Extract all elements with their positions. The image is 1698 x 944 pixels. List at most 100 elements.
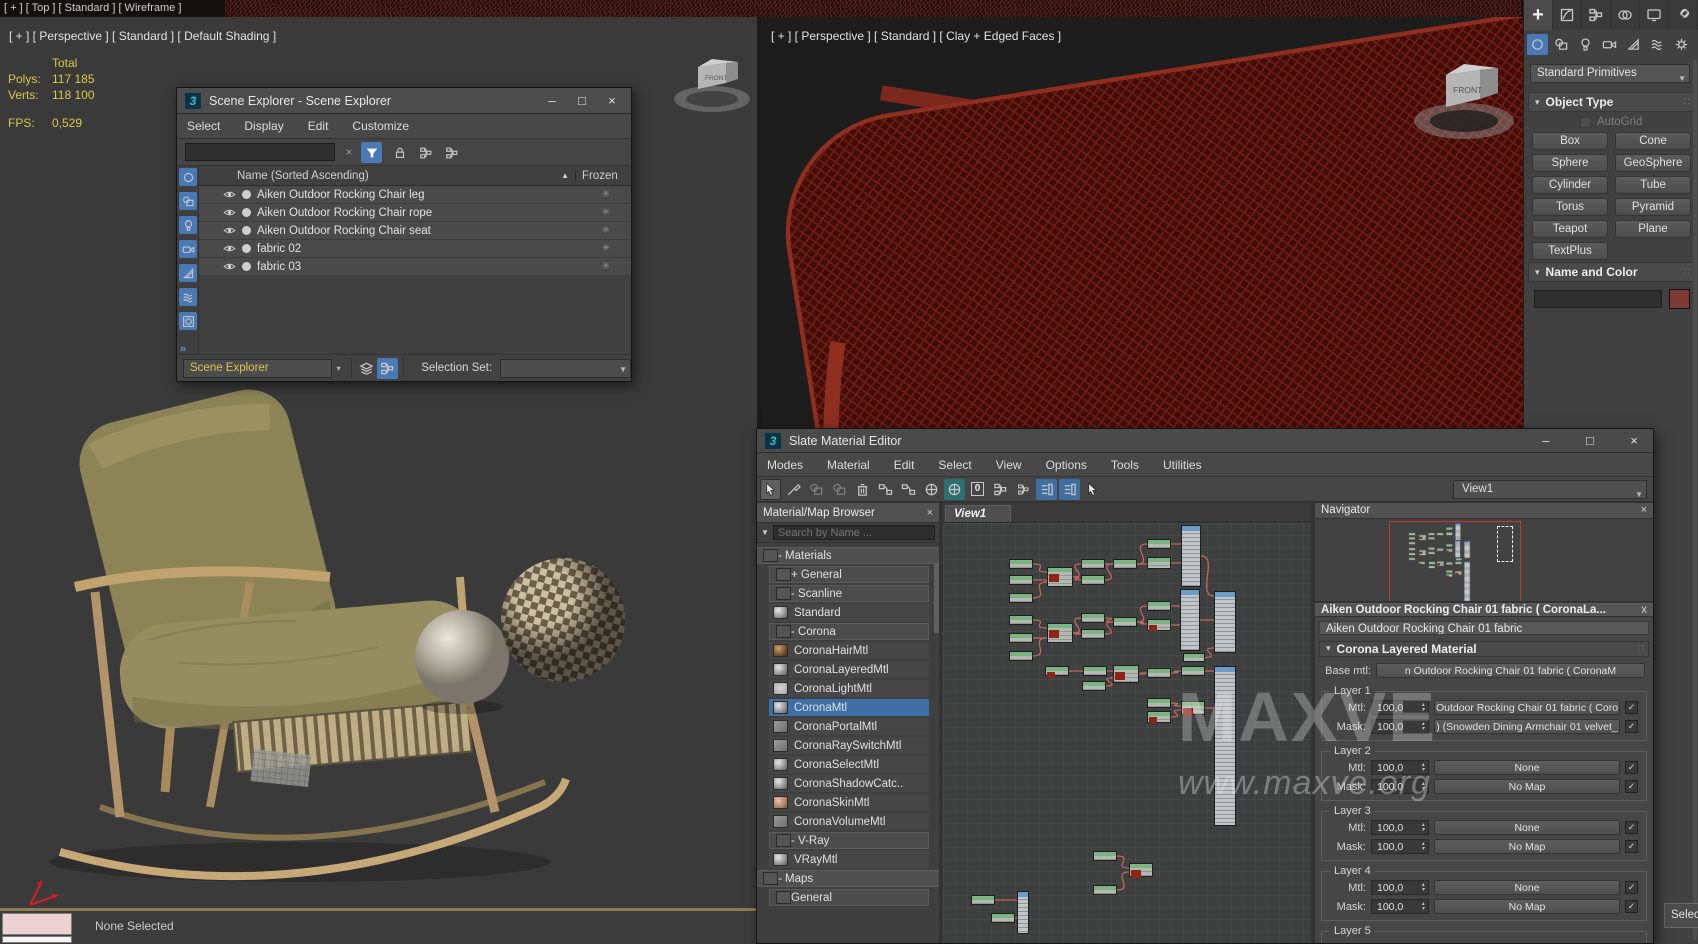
put-to-library-icon[interactable] [806,479,827,500]
material-node[interactable] [1009,559,1033,569]
mtl-enable-checkbox[interactable]: ✓ [1625,821,1638,834]
show-controller-icon[interactable]: 0 [967,479,988,500]
scene-explorer-window[interactable]: 3 Scene Explorer - Scene Explorer – □ × … [176,87,632,382]
render-dot-icon[interactable] [242,190,251,199]
search-input[interactable] [185,143,335,161]
dropdown-arrow-icon[interactable]: ▾ [332,364,346,373]
mtl-amount-spinner[interactable]: 100,0▴▾ [1371,880,1429,895]
browser-tree-row[interactable]: CoronaHairMtl [769,642,929,659]
browser-tree-row[interactable]: + General [769,566,929,583]
material-node[interactable] [1181,666,1205,676]
object-row[interactable]: fabric 03 ✳ [199,258,631,276]
material-node[interactable] [1082,681,1106,691]
material-node[interactable] [1147,668,1171,678]
mtl-slot-button[interactable]: None [1434,820,1620,835]
material-node[interactable] [991,913,1015,923]
mask-enable-checkbox[interactable]: ✓ [1625,840,1638,853]
material-node[interactable] [1093,885,1117,895]
category-geometry-icon[interactable] [1527,34,1548,55]
column-headers[interactable]: Name (Sorted Ascending) ▲ Frozen [199,166,631,186]
browser-tree-row[interactable]: Standard [769,604,929,621]
browser-tree-row[interactable]: CoronaVolumeMtl [769,813,929,830]
primitive-button[interactable]: Cylinder [1532,176,1608,194]
viewport-label[interactable]: [ + ] [ Perspective ] [ Standard ] [ Def… [9,29,276,43]
category-spacewarps-icon[interactable] [1647,34,1668,55]
top-viewport-label[interactable]: [ + ] [ Top ] [ Standard ] [ Wireframe ] [4,2,181,14]
material-node[interactable] [1009,593,1033,603]
menu-item[interactable]: Modes [767,458,803,472]
scene-explorer-titlebar[interactable]: 3 Scene Explorer - Scene Explorer – □ × [177,88,631,114]
menu-item[interactable]: Select [187,119,220,133]
material-node[interactable] [1009,615,1033,625]
material-node[interactable] [1214,666,1236,826]
mask-amount-spinner[interactable]: 100,0▴▾ [1371,899,1429,914]
close-button[interactable]: × [601,93,623,108]
slate-material-editor-window[interactable]: 3 Slate Material Editor – □ × Modes Mater… [756,428,1654,944]
object-color-swatch[interactable] [1669,289,1690,309]
close-icon[interactable]: x [1641,604,1647,616]
material-node[interactable] [1083,666,1107,676]
navigator-thumbnail[interactable] [1315,519,1653,603]
material-node[interactable] [1047,567,1073,587]
tab-hierarchy[interactable] [1582,0,1611,30]
primitive-category-dropdown[interactable]: Standard Primitives▼ [1530,64,1690,83]
frozen-toggle-icon[interactable]: ✳ [581,261,631,272]
mask-slot-button[interactable]: ) (Snowden Dining Armchair 01 velvet_ [1434,719,1620,734]
menu-item[interactable]: Customize [352,119,409,133]
object-row[interactable]: Aiken Outdoor Rocking Chair rope ✳ [199,204,631,222]
search-by-name-input[interactable] [773,525,935,540]
mask-enable-checkbox[interactable]: ✓ [1625,720,1638,733]
material-node[interactable] [1147,539,1171,549]
material-node[interactable] [1093,851,1117,861]
sort-ascending-icon[interactable]: ▲ [561,171,569,180]
minimize-button[interactable]: – [1535,433,1557,448]
viewcube-icon[interactable]: FRONT [1410,45,1518,155]
material-node[interactable] [1180,589,1200,651]
browser-tree-row[interactable]: - V-Ray [769,832,929,849]
select-tool-icon[interactable] [760,479,781,500]
mtl-slot-button[interactable]: Outdoor Rocking Chair 01 fabric ( Coro [1434,700,1620,715]
material-node[interactable] [971,895,995,905]
browser-tree-row[interactable]: - Maps [757,870,939,887]
menu-item[interactable]: Material [827,458,870,472]
material-node[interactable] [1081,613,1105,623]
view-selector-dropdown[interactable]: View1▼ [1453,480,1647,499]
collapse-hierarchy-icon[interactable] [441,142,462,163]
frozen-toggle-icon[interactable]: ✳ [581,225,631,236]
primitive-button[interactable]: Plane [1615,220,1691,238]
display-lights-icon[interactable] [179,216,197,234]
clear-search-icon[interactable]: × [341,143,357,161]
browser-tree-row[interactable]: CoronaRaySwitchMtl [769,737,929,754]
mask-enable-checkbox[interactable]: ✓ [1625,900,1638,913]
material-node[interactable] [1009,575,1033,585]
mask-slot-button[interactable]: No Map [1434,779,1620,794]
render-dot-icon[interactable] [242,262,251,271]
sme-titlebar[interactable]: 3 Slate Material Editor – □ × [757,429,1653,453]
visibility-eye-icon[interactable] [223,260,236,273]
material-node[interactable] [1147,619,1171,631]
primitive-button[interactable]: GeoSphere [1615,154,1691,172]
navigator-header[interactable]: Navigator× [1315,503,1653,519]
menu-item[interactable]: Edit [308,119,329,133]
browser-tree-row[interactable]: - Materials [757,547,939,564]
browser-tree-row[interactable]: CoronaLayeredMtl [769,661,929,678]
mtl-amount-spinner[interactable]: 100,0▴▾ [1371,700,1429,715]
mtl-slot-button[interactable]: None [1434,760,1620,775]
primitive-button[interactable]: TextPlus [1532,242,1608,260]
mask-amount-spinner[interactable]: 100,0▴▾ [1371,779,1429,794]
tab-motion[interactable] [1611,0,1640,30]
object-row[interactable]: fabric 02 ✳ [199,240,631,258]
object-type-rollout[interactable]: ▾Object Type∷ [1528,92,1695,112]
material-node[interactable] [1147,557,1171,569]
layers-stack-icon[interactable] [357,358,378,379]
maximize-button[interactable]: □ [571,93,593,108]
close-button[interactable]: × [1623,433,1645,448]
menu-item[interactable]: Display [244,119,283,133]
material-node[interactable] [1081,575,1105,585]
expand-hierarchy-icon[interactable] [415,142,436,163]
object-name-field[interactable] [1534,290,1662,308]
material-node[interactable] [1045,666,1069,676]
name-and-color-rollout[interactable]: ▾Name and Color∷ [1528,262,1695,282]
render-dot-icon[interactable] [242,208,251,217]
close-icon[interactable]: × [1641,504,1647,516]
